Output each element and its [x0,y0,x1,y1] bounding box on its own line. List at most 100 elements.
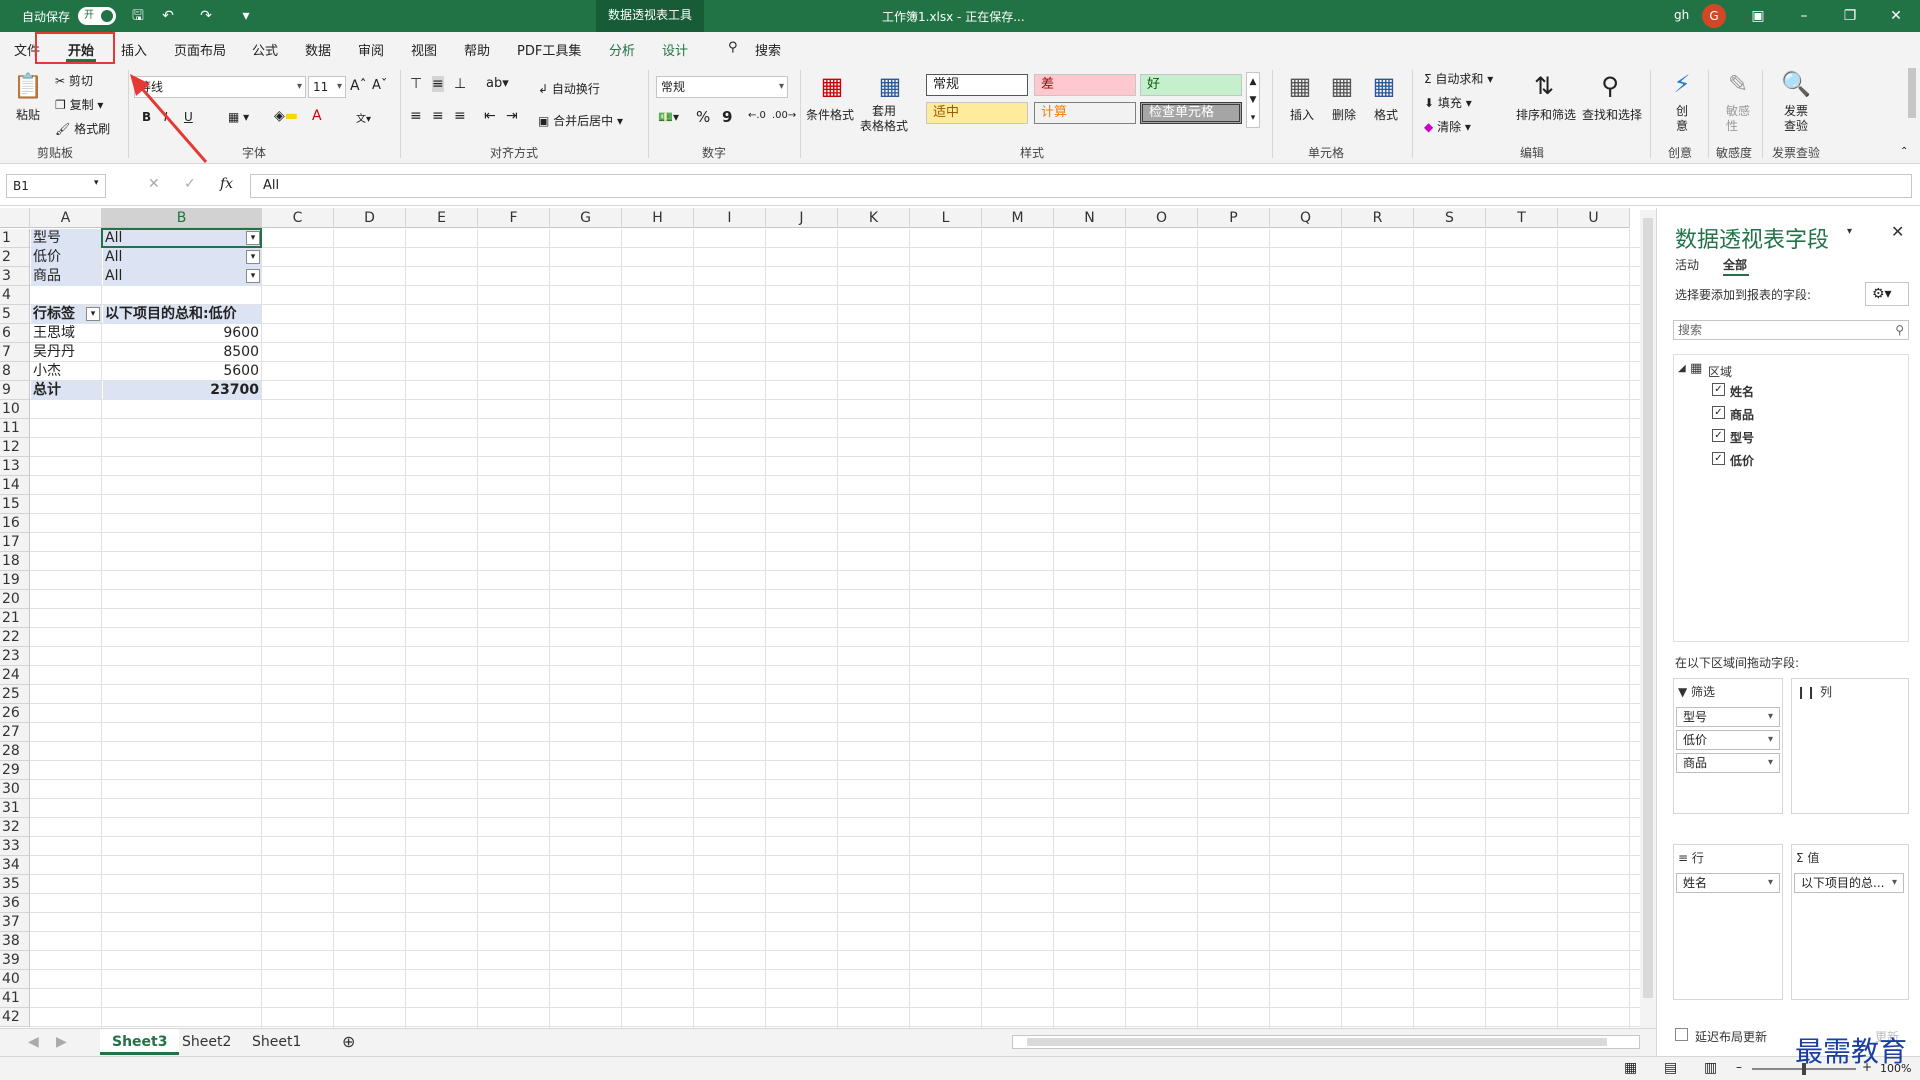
pivot-row-label[interactable]: 吴丹丹 [31,343,101,362]
row-header[interactable]: 22 [0,628,30,647]
column-header-f[interactable]: F [478,208,550,228]
row-header[interactable]: 21 [0,609,30,628]
fill-color-icon[interactable]: ◈▬ [274,108,298,124]
values-area[interactable]: Σ 值 以下项目的总... [1791,844,1909,1000]
pane-options-icon[interactable]: ▾ [1847,226,1852,237]
column-header-i[interactable]: I [694,208,766,228]
filter-dropdown-icon[interactable]: ▾ [86,307,100,321]
column-header-d[interactable]: D [334,208,406,228]
number-format-select[interactable]: 常规 [656,76,788,98]
search-icon[interactable]: ⚲ [728,40,738,55]
column-header-s[interactable]: S [1414,208,1486,228]
vertical-scrollbar[interactable] [1640,210,1656,1030]
underline-button[interactable]: U [184,110,193,124]
sheet-next-icon[interactable]: ▶ [44,1029,79,1055]
row-header[interactable]: 8 [0,362,30,381]
undo-icon[interactable]: ↶ [158,6,178,26]
align-center-icon[interactable]: ≡ [432,108,444,124]
column-header-q[interactable]: Q [1270,208,1342,228]
border-icon[interactable]: ▦ ▾ [228,110,249,124]
function-icon[interactable]: fx [220,176,233,192]
avatar[interactable]: G [1702,4,1726,28]
customize-qat-icon[interactable]: ▾ [236,6,256,26]
row-header[interactable]: 24 [0,666,30,685]
row-header[interactable]: 14 [0,476,30,495]
row-header[interactable]: 34 [0,856,30,875]
column-header-r[interactable]: R [1342,208,1414,228]
column-header-l[interactable]: L [910,208,982,228]
pivot-row-value[interactable]: 8500 [103,343,261,362]
sensitivity-icon[interactable]: ✎ [1722,68,1754,100]
invoice-check-button[interactable]: 发票 查验 [1784,104,1808,134]
tab-formulas[interactable]: 公式 [252,40,278,59]
row-header[interactable]: 5 [0,305,30,324]
pane-tab-active[interactable]: 活动 [1675,256,1699,273]
paste-button[interactable]: 粘贴 [16,106,40,123]
conditional-format-button[interactable]: 条件格式 [806,106,854,123]
field-checkbox[interactable]: ✓ [1712,429,1725,442]
font-color-icon[interactable]: A [312,108,322,124]
row-header[interactable]: 25 [0,685,30,704]
column-header-o[interactable]: O [1126,208,1198,228]
pivot-total-label[interactable]: 总计 [31,381,101,400]
pivot-row-label[interactable]: 王思域 [31,324,101,343]
pane-close-icon[interactable]: ✕ [1891,222,1904,241]
row-header[interactable]: 13 [0,457,30,476]
autosum-button[interactable]: Σ 自动求和 ▾ [1424,70,1493,87]
row-header[interactable]: 16 [0,514,30,533]
row-header[interactable]: 30 [0,780,30,799]
clear-button[interactable]: ◆ 清除 ▾ [1424,118,1471,135]
column-header-j[interactable]: J [766,208,838,228]
formula-input[interactable]: All [250,174,1912,198]
filter-chip[interactable]: 商品 [1676,753,1780,773]
row-header[interactable]: 12 [0,438,30,457]
increase-font-icon[interactable]: Aˆ [350,78,367,94]
style-bad[interactable]: 差 [1034,74,1136,96]
minimize-icon[interactable]: – [1794,6,1814,26]
row-header[interactable]: 20 [0,590,30,609]
ribbon-scroll[interactable] [1908,68,1916,118]
pivot-filter-field[interactable]: 商品 [31,267,101,286]
comma-button[interactable]: 9 [722,108,732,126]
sort-filter-icon[interactable]: ⇅ [1528,70,1560,102]
row-header[interactable]: 32 [0,818,30,837]
decrease-indent-icon[interactable]: ⇤ [484,108,496,124]
column-header-t[interactable]: T [1486,208,1558,228]
row-header[interactable]: 36 [0,894,30,913]
decrease-font-icon[interactable]: Aˇ [372,78,387,93]
increase-decimal-icon[interactable]: ←.0 [748,110,766,121]
align-bottom-icon[interactable]: ⊥ [454,76,466,92]
phonetic-icon[interactable]: 文▾ [356,110,371,125]
column-header-m[interactable]: M [982,208,1054,228]
align-left-icon[interactable]: ≡ [410,108,422,124]
tab-analyze[interactable]: 分析 [609,40,635,59]
restore-icon[interactable]: ❐ [1840,6,1860,26]
tab-help[interactable]: 帮助 [464,40,490,59]
percent-button[interactable]: % [696,108,710,126]
search-label[interactable]: 搜索 [755,40,781,59]
normal-view-icon[interactable]: ▦ [1624,1060,1637,1076]
accounting-icon[interactable]: 💵▾ [658,110,679,124]
delete-cells-icon[interactable]: ▦ [1326,70,1358,102]
tab-review[interactable]: 审阅 [358,40,384,59]
style-good[interactable]: 好 [1140,74,1242,96]
bold-button[interactable]: B [142,110,151,124]
row-header[interactable]: 7 [0,343,30,362]
column-header-p[interactable]: P [1198,208,1270,228]
row-header[interactable]: 31 [0,799,30,818]
filter-dropdown-icon[interactable]: ▾ [246,250,260,264]
autosave-toggle[interactable]: 开 [78,7,116,25]
cancel-icon[interactable]: ✕ [148,176,160,192]
pivot-row-value[interactable]: 9600 [103,324,261,343]
tab-view[interactable]: 视图 [411,40,437,59]
align-middle-icon[interactable]: ≡ [432,76,444,92]
row-header[interactable]: 27 [0,723,30,742]
row-header[interactable]: 35 [0,875,30,894]
style-check-cell[interactable]: 检查单元格 [1140,102,1242,124]
row-header[interactable]: 9 [0,381,30,400]
row-header[interactable]: 19 [0,571,30,590]
row-header[interactable]: 33 [0,837,30,856]
collapse-icon[interactable]: ◢ [1678,363,1686,374]
increase-indent-icon[interactable]: ⇥ [506,108,518,124]
format-table-button[interactable]: 套用 表格格式 [860,104,908,134]
